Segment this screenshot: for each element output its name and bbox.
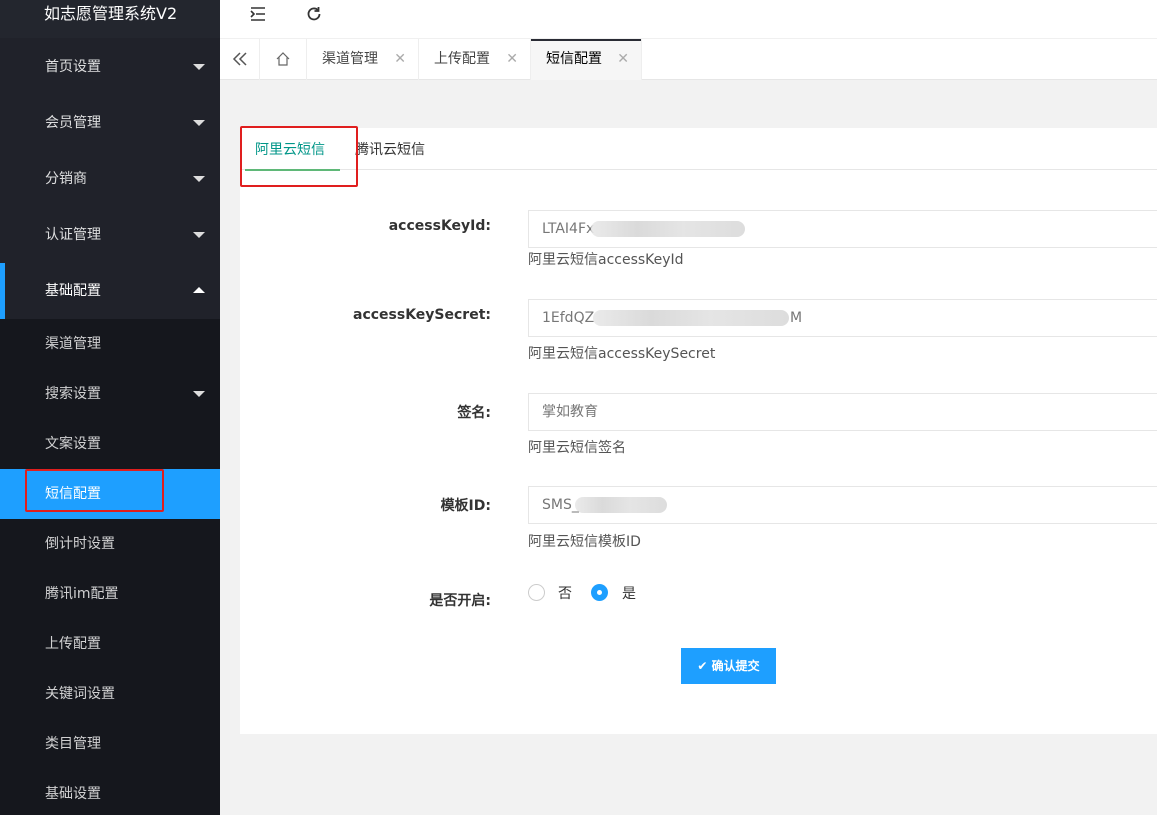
sidebar-item-basic-config[interactable]: 基础配置 (0, 263, 220, 319)
refresh-icon[interactable] (304, 5, 324, 25)
sidebar-subitem-label: 腾讯im配置 (45, 586, 119, 602)
template-id-input[interactable]: SMS_ (528, 486, 1157, 524)
sidebar-subitem-categories[interactable]: 类目管理 (0, 719, 220, 769)
sidebar-subitem-basic-settings[interactable]: 基础设置 (0, 769, 220, 815)
tab-label: 短信配置 (546, 51, 602, 67)
sidebar-submenu: 渠道管理 搜索设置 文案设置 短信配置 倒计时设置 腾讯im配置 上传配置 关键… (0, 319, 220, 815)
chevron-down-icon (193, 120, 205, 126)
sms-config-card: 阿里云短信 腾讯云短信 accessKeyId: LTAI4Fx 阿里云短信ac… (240, 128, 1157, 734)
enable-label: 是否开启: (429, 593, 491, 609)
close-icon[interactable]: ✕ (506, 39, 518, 79)
access-key-secret-hint: 阿里云短信accessKeySecret (528, 346, 716, 362)
access-key-id-input[interactable]: LTAI4Fx (528, 210, 1157, 248)
page-tabbar: 渠道管理 ✕ 上传配置 ✕ 短信配置 ✕ (220, 38, 1157, 80)
sidebar-subitem-label: 关键词设置 (45, 686, 115, 702)
sidebar-subitem-label: 倒计时设置 (45, 536, 115, 552)
sidebar-subitem-label: 上传配置 (45, 636, 101, 652)
sidebar-subitem-channels[interactable]: 渠道管理 (0, 319, 220, 369)
sign-name-value: 掌如教育 (542, 404, 598, 420)
submit-button[interactable]: ✔ 确认提交 (681, 648, 776, 684)
redacted-blur (575, 497, 667, 513)
tab-aliyun-sms[interactable]: 阿里云短信 (245, 128, 340, 171)
sign-name-hint: 阿里云短信签名 (528, 440, 626, 456)
enable-radio-yes[interactable] (591, 584, 608, 601)
access-key-secret-label: accessKeySecret: (353, 307, 491, 323)
tab-channels[interactable]: 渠道管理 ✕ (307, 39, 419, 80)
redacted-blur (591, 221, 745, 237)
sidebar-subitem-label: 短信配置 (45, 486, 101, 502)
access-key-id-hint: 阿里云短信accessKeyId (528, 252, 684, 268)
check-icon: ✔ (697, 659, 708, 673)
access-key-secret-input[interactable]: 1EfdQZ M (528, 299, 1157, 337)
sidebar-subitem-countdown[interactable]: 倒计时设置 (0, 519, 220, 569)
access-key-secret-tail: M (790, 310, 803, 326)
sidebar-item-label: 认证管理 (45, 227, 101, 243)
provider-tabs: 阿里云短信 腾讯云短信 (240, 128, 1157, 171)
sidebar-item-label: 基础配置 (45, 283, 101, 299)
enable-radio-no[interactable] (528, 584, 545, 601)
app-title: 如志愿管理系统V2 (0, 0, 220, 38)
sidebar-subitem-search-settings[interactable]: 搜索设置 (0, 369, 220, 419)
tab-home[interactable] (260, 39, 307, 80)
chevron-down-icon (193, 64, 205, 70)
tab-tencent-sms[interactable]: 腾讯云短信 (355, 128, 425, 170)
close-icon[interactable]: ✕ (394, 39, 406, 79)
template-id-value: SMS_ (542, 497, 579, 513)
template-id-hint: 阿里云短信模板ID (528, 534, 641, 550)
sidebar-subitem-label: 搜索设置 (45, 386, 101, 402)
access-key-id-label: accessKeyId: (388, 218, 491, 234)
chevron-down-icon (193, 232, 205, 238)
enable-radio-yes-label: 是 (622, 586, 636, 602)
tab-label: 上传配置 (434, 51, 490, 67)
chevron-up-icon (193, 287, 205, 293)
redacted-blur (593, 310, 789, 326)
menu-collapse-icon[interactable] (248, 5, 268, 25)
sidebar-subitem-upload-config[interactable]: 上传配置 (0, 619, 220, 669)
tab-upload-config[interactable]: 上传配置 ✕ (419, 39, 531, 80)
sidebar-item-label: 分销商 (45, 171, 87, 187)
enable-radio-no-label: 否 (558, 586, 572, 602)
access-key-secret-value: 1EfdQZ (542, 310, 595, 326)
template-id-label: 模板ID: (440, 498, 491, 514)
sidebar-item-label: 首页设置 (45, 59, 101, 75)
sidebar-subitem-label: 文案设置 (45, 436, 101, 452)
access-key-id-value: LTAI4Fx (542, 221, 595, 237)
tab-sms-config[interactable]: 短信配置 ✕ (531, 39, 642, 80)
sidebar-subitem-sms-config[interactable]: 短信配置 (0, 469, 220, 519)
tab-label: 渠道管理 (322, 51, 378, 67)
tabs-scroll-left-icon[interactable] (220, 39, 260, 80)
sidebar-item-members[interactable]: 会员管理 (0, 95, 220, 151)
sidebar-subitem-keywords[interactable]: 关键词设置 (0, 669, 220, 719)
sign-name-input[interactable]: 掌如教育 (528, 393, 1157, 431)
top-header (220, 0, 1157, 38)
sidebar-item-home-settings[interactable]: 首页设置 (0, 39, 220, 95)
chevron-down-icon (193, 176, 205, 182)
sidebar-subitem-copy-settings[interactable]: 文案设置 (0, 419, 220, 469)
sidebar-item-certification[interactable]: 认证管理 (0, 207, 220, 263)
close-icon[interactable]: ✕ (617, 39, 629, 79)
sidebar-subitem-tencent-im[interactable]: 腾讯im配置 (0, 569, 220, 619)
submit-button-label: 确认提交 (711, 659, 760, 673)
sidebar-subitem-label: 基础设置 (45, 786, 101, 802)
sidebar: 如志愿管理系统V2 首页设置 会员管理 分销商 认证管理 基础配置 渠道管理 搜… (0, 0, 220, 815)
home-icon (276, 52, 290, 66)
chevron-down-icon (193, 391, 205, 397)
sidebar-item-distributors[interactable]: 分销商 (0, 151, 220, 207)
sign-name-label: 签名: (457, 405, 491, 421)
sidebar-subitem-label: 渠道管理 (45, 336, 101, 352)
sidebar-subitem-label: 类目管理 (45, 736, 101, 752)
sidebar-item-label: 会员管理 (45, 115, 101, 131)
